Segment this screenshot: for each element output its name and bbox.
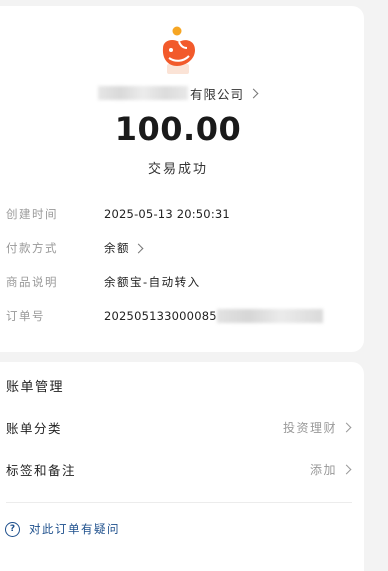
detail-label: 付款方式 (6, 241, 58, 255)
detail-value: 余额宝-自动转入 (104, 275, 201, 289)
tags-notes-row[interactable]: 标签和备注 添加 (6, 459, 352, 479)
bill-category-label: 账单分类 (6, 420, 63, 436)
transaction-status: 交易成功 (147, 162, 208, 177)
order-question-link[interactable]: ? 对此订单有疑问 (5, 521, 120, 537)
detail-value: 余额 (104, 241, 130, 255)
chevron-right-icon (133, 243, 144, 253)
bill-management-title: 账单管理 (6, 380, 65, 395)
bill-detail-page: 有限公司 100.00 交易成功 创建时间 2025-05-13 20:50:3… (0, 0, 388, 571)
detail-row-created-time: 创建时间 2025-05-13 20:50:31 (6, 205, 230, 223)
merchant-link[interactable]: 有限公司 (98, 84, 259, 102)
detail-value: 202505133000085 (104, 309, 217, 323)
chevron-right-icon (341, 422, 352, 432)
detail-row-order-number: 订单号 202505133000085 (6, 307, 323, 325)
tags-notes-label: 标签和备注 (6, 462, 77, 478)
detail-label: 创建时间 (6, 207, 58, 221)
detail-value: 2025-05-13 20:50:31 (104, 207, 230, 221)
detail-label: 订单号 (6, 309, 45, 323)
detail-value-wrap: 余额 (104, 240, 144, 256)
transaction-amount: 100.00 (114, 110, 242, 148)
order-number-redacted (216, 309, 323, 323)
merchant-name-redacted (98, 86, 188, 100)
detail-label: 商品说明 (6, 275, 58, 289)
bill-category-row[interactable]: 账单分类 投资理财 (6, 417, 352, 437)
detail-row-product-description: 商品说明 余额宝-自动转入 (6, 273, 201, 291)
bill-category-value: 投资理财 (282, 420, 337, 435)
divider (6, 502, 352, 503)
merchant-name-suffix: 有限公司 (190, 86, 245, 102)
merchant-logo-icon (162, 26, 195, 74)
tags-notes-right: 添加 (310, 461, 352, 478)
tags-notes-value: 添加 (309, 462, 337, 477)
chevron-right-icon (248, 88, 259, 98)
bill-category-right: 投资理财 (283, 419, 352, 436)
order-question-text: 对此订单有疑问 (29, 522, 120, 536)
chevron-right-icon (341, 464, 352, 474)
detail-value-wrap: 202505133000085 (104, 309, 323, 323)
detail-row-payment-method[interactable]: 付款方式 余额 (6, 239, 144, 257)
question-circle-icon: ? (5, 521, 20, 537)
